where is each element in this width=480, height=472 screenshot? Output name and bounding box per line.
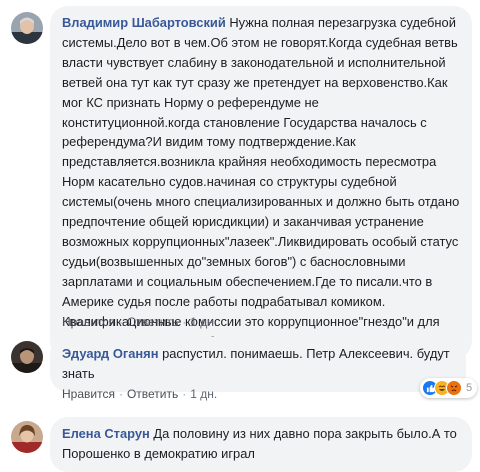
angry-icon — [446, 380, 462, 396]
avatar[interactable] — [11, 12, 43, 44]
reaction-count: 5 — [466, 382, 473, 394]
reply-button[interactable]: Ответить — [127, 315, 178, 329]
reply-button[interactable]: Ответить — [127, 387, 178, 401]
reaction-summary[interactable]: 5 — [420, 378, 478, 398]
comment-time[interactable]: 1 дн. — [190, 315, 217, 329]
avatar[interactable] — [11, 341, 43, 373]
comment-author[interactable]: Елена Старун — [62, 426, 150, 441]
like-button[interactable]: Нравится — [62, 315, 115, 329]
comment-actions: Нравится · Ответить · 1 дн. — [62, 387, 218, 401]
like-button[interactable]: Нравится — [62, 387, 115, 401]
comment-bubble: Эдуард Оганян распустил. понимаешь. Петр… — [50, 337, 466, 392]
comment-text: Нужна полная перезагрузка судебной систе… — [62, 15, 460, 349]
comment-time[interactable]: 1 дн. — [190, 387, 217, 401]
comment-author[interactable]: Эдуард Оганян — [62, 346, 158, 361]
avatar[interactable] — [11, 421, 43, 453]
comment-author[interactable]: Владимир Шабартовский — [62, 15, 226, 30]
comment-bubble: Владимир Шабартовский Нужна полная перез… — [50, 6, 472, 360]
comment-actions: Нравится · Ответить · 1 дн. — [62, 315, 218, 329]
